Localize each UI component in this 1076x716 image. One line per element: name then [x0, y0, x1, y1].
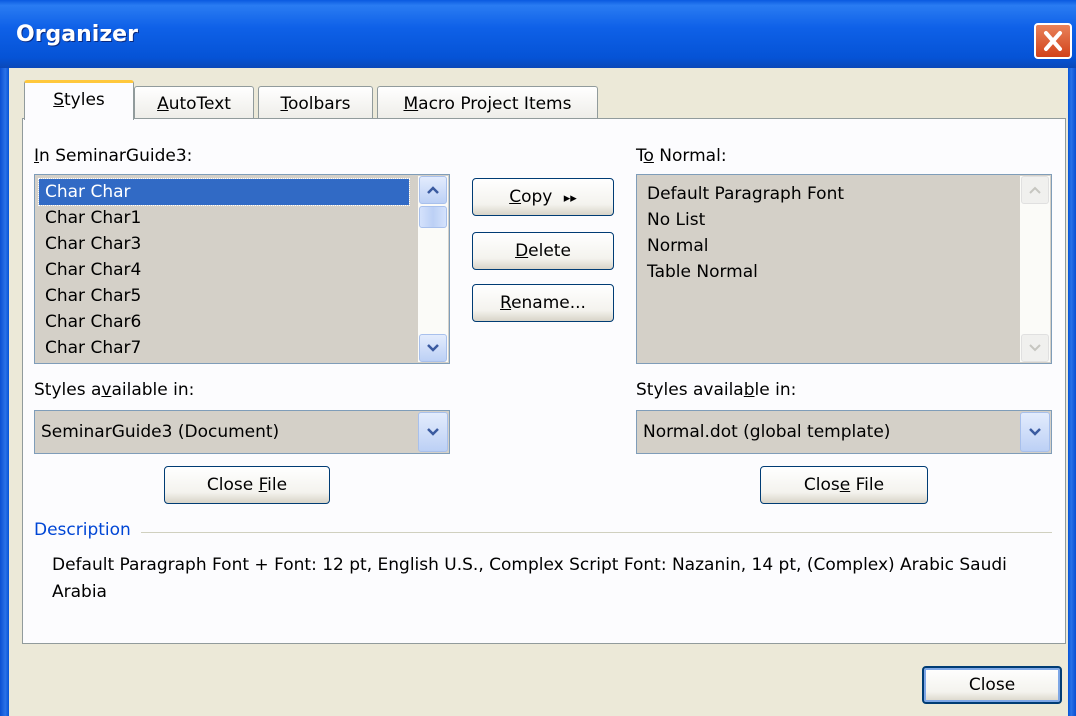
tab-macro-project-items[interactable]: Macro Project Items: [377, 86, 598, 122]
left-available-label: Styles available in:: [34, 380, 195, 400]
list-item[interactable]: Char Char6: [45, 309, 141, 335]
scroll-up-button[interactable]: [1021, 176, 1049, 204]
left-available-value: SeminarGuide3 (Document): [41, 422, 280, 442]
chevron-down-icon: [1029, 344, 1041, 352]
right-close-file-button[interactable]: Close File: [760, 466, 928, 504]
close-window-button[interactable]: [1034, 23, 1072, 59]
description-legend: Description: [34, 520, 141, 540]
list-item[interactable]: Char Char3: [45, 231, 141, 257]
right-available-dropdown-button[interactable]: [1020, 412, 1050, 452]
list-item[interactable]: Char Char1: [45, 205, 141, 231]
title-bar[interactable]: Organizer: [0, 0, 1076, 68]
delete-button[interactable]: Delete: [472, 232, 614, 270]
left-available-select[interactable]: SeminarGuide3 (Document): [34, 410, 450, 454]
tab-autotext-mnemonic: A: [157, 94, 169, 114]
close-icon: [1044, 31, 1062, 51]
left-close-file-button[interactable]: Close File: [164, 466, 330, 504]
list-item[interactable]: Table Normal: [647, 259, 758, 285]
right-list-scrollbar[interactable]: [1020, 176, 1050, 362]
chevron-up-icon: [1029, 186, 1041, 194]
list-item[interactable]: Default Paragraph Font: [647, 181, 844, 207]
chevron-down-icon: [427, 428, 439, 436]
chevron-up-icon: [427, 186, 439, 194]
scroll-down-button[interactable]: [1021, 334, 1049, 362]
list-item-selected[interactable]: Char Char: [38, 178, 410, 206]
list-item[interactable]: Char Char5: [45, 283, 141, 309]
tab-toolbars[interactable]: Toolbars: [258, 86, 373, 122]
description-divider: [140, 532, 1052, 533]
tab-macro-mnemonic: M: [403, 94, 419, 114]
left-list-label: In SeminarGuide3:: [34, 146, 193, 166]
tab-toolbars-mnemonic: T: [280, 94, 288, 114]
list-item[interactable]: No List: [647, 207, 705, 233]
copy-button[interactable]: Copy ▸▸: [472, 178, 614, 216]
left-styles-list[interactable]: Char Char Char Char1 Char Char3 Char Cha…: [34, 174, 450, 364]
tab-styles-mnemonic: S: [53, 90, 65, 110]
description-text: Default Paragraph Font + Font: 12 pt, En…: [52, 555, 1007, 602]
left-list-scrollbar[interactable]: [418, 176, 448, 362]
double-arrow-right-icon: ▸▸: [563, 191, 577, 206]
list-item[interactable]: Char Char4: [45, 257, 141, 283]
organizer-dialog: Organizer Styles AutoText Toolbars Macro…: [0, 0, 1076, 716]
scroll-down-button[interactable]: [419, 334, 447, 362]
close-button[interactable]: Close: [922, 666, 1062, 704]
chevron-down-icon: [427, 344, 439, 352]
tab-styles[interactable]: Styles: [24, 80, 134, 120]
window-title: Organizer: [16, 22, 138, 47]
chevron-down-icon: [1029, 428, 1041, 436]
right-available-value: Normal.dot (global template): [643, 422, 891, 442]
left-available-dropdown-button[interactable]: [418, 412, 448, 452]
tab-autotext[interactable]: AutoText: [134, 86, 254, 122]
window-frame-left: [0, 68, 9, 716]
scroll-thumb[interactable]: [419, 206, 447, 228]
rename-button[interactable]: Rename...: [472, 284, 614, 322]
right-available-label: Styles available in:: [636, 380, 797, 400]
right-list-label: To Normal:: [636, 146, 727, 166]
list-item[interactable]: Normal: [647, 233, 709, 259]
scroll-up-button[interactable]: [419, 176, 447, 204]
right-styles-list[interactable]: Default Paragraph Font No List Normal Ta…: [636, 174, 1052, 364]
list-item[interactable]: Char Char7: [45, 335, 141, 361]
window-frame-right: [1068, 68, 1076, 716]
right-available-select[interactable]: Normal.dot (global template): [636, 410, 1052, 454]
